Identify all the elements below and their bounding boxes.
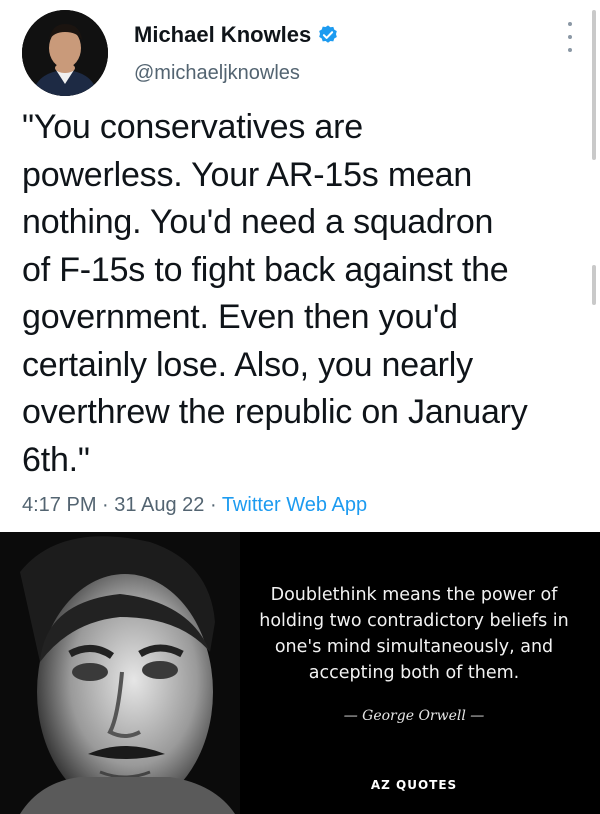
avatar[interactable] — [22, 10, 108, 96]
author-dash: — — [343, 708, 363, 724]
meta-separator: · — [102, 494, 109, 516]
portrait-photo — [0, 532, 240, 814]
more-options-icon[interactable] — [560, 22, 580, 52]
tweet-source-app[interactable]: Twitter Web App — [222, 494, 367, 516]
tweet-text: "You conservatives are powerless. Your A… — [22, 108, 528, 479]
tweet-metadata: 4:17 PM · 31 Aug 22 · Twitter Web App — [22, 494, 367, 517]
meta-separator: · — [209, 494, 217, 516]
tweet-card: Michael Knowles @michaeljknowles "You co… — [0, 0, 600, 532]
quote-author: — George Orwell — — [238, 708, 590, 724]
quote-text: Doublethink means the power of holding t… — [259, 585, 569, 683]
display-name[interactable]: Michael Knowles — [134, 22, 311, 48]
verified-badge-icon — [317, 24, 339, 46]
author-dash: — — [465, 708, 485, 724]
tweet-time[interactable]: 4:17 PM — [22, 494, 96, 516]
tweet-date[interactable]: 31 Aug 22 — [114, 494, 204, 516]
author-name: George Orwell — [362, 708, 466, 724]
brand-logo: AZ QUOTES — [370, 778, 458, 792]
user-handle[interactable]: @michaeljknowles — [134, 62, 300, 85]
quote-image[interactable]: Doublethink means the power of holding t… — [0, 532, 600, 814]
